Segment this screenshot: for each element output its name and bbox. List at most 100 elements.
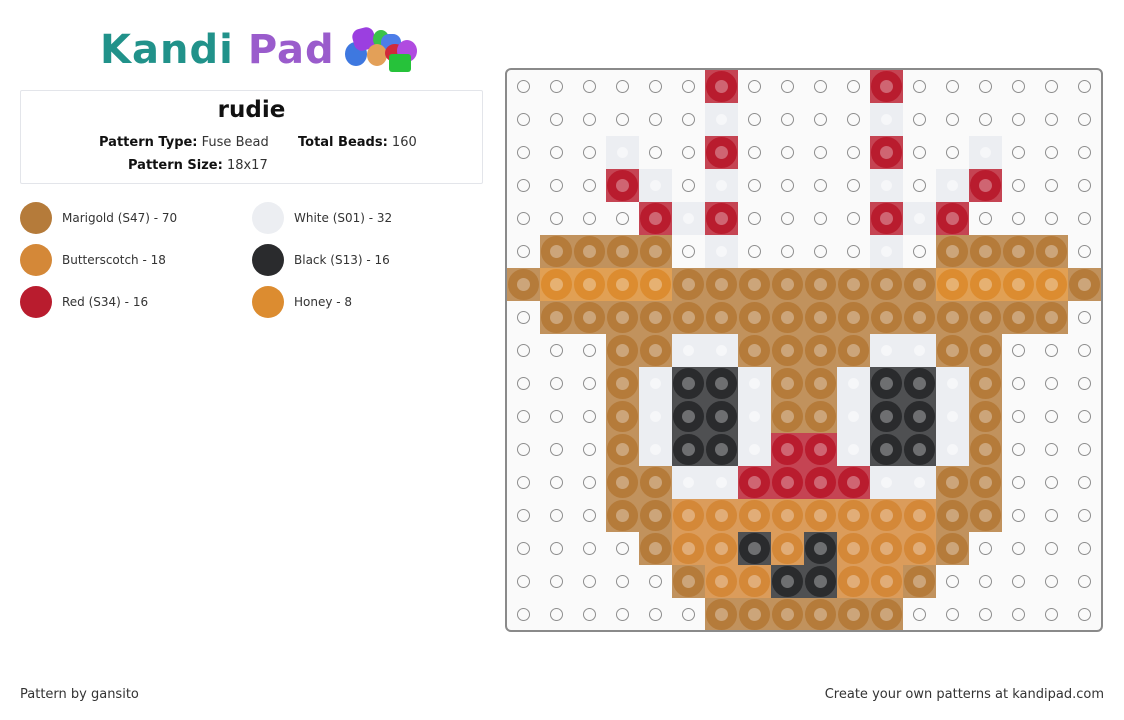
bead-icon [706,269,737,300]
bead-marigold [969,466,1002,499]
bead-marigold [936,466,969,499]
bead-marigold [969,235,1002,268]
peg-icon [1012,509,1025,522]
bead-icon [871,566,902,597]
bead-honey [606,268,639,301]
peg-icon [1045,575,1058,588]
color-swatch-marigold [20,202,52,234]
kandipad-promo-link[interactable]: Create your own patterns at kandipad.com [825,687,1104,702]
bead-icon [706,203,737,234]
empty-peg [903,136,936,169]
bead-icon [706,434,737,465]
empty-peg [1068,565,1101,598]
empty-peg [1035,466,1068,499]
bead-marigold [705,598,738,630]
empty-peg [1035,169,1068,202]
bead-icon [904,434,935,465]
empty-peg [969,103,1002,136]
empty-peg [507,136,540,169]
legend-label: Red (S34) - 16 [62,295,149,309]
empty-peg [573,565,606,598]
bead-icon [574,236,605,267]
bead-marigold [870,598,903,630]
bead-icon [640,533,671,564]
bead-icon [749,411,760,422]
bead-marigold [705,268,738,301]
bead-icon [716,180,727,191]
bead-icon [947,378,958,389]
bead-icon [739,533,770,564]
empty-peg [936,598,969,630]
bead-icon [640,335,671,366]
bead-icon [716,246,727,257]
bead-marigold [1035,301,1068,334]
bead-icon [805,302,836,333]
bead-butterscotch [771,532,804,565]
empty-peg [804,169,837,202]
peg-icon [1045,377,1058,390]
bead-icon [848,411,859,422]
bead-icon [706,368,737,399]
empty-peg [1068,202,1101,235]
bead-marigold [903,301,936,334]
bead-icon [881,180,892,191]
peg-icon [1078,179,1091,192]
bead-icon [607,170,638,201]
empty-peg [507,334,540,367]
bead-icon [881,246,892,257]
empty-peg [606,70,639,103]
peg-icon [847,146,860,159]
empty-peg [1068,301,1101,334]
peg-icon [550,212,563,225]
kandipad-logo[interactable]: Kandi Pad [100,25,417,74]
peg-icon [517,113,530,126]
bead-icon [805,599,836,630]
legend-item: Honey - 8 [252,286,352,318]
bead-marigold [672,565,705,598]
bead-marigold [903,268,936,301]
bead-icon [970,434,1001,465]
bead-icon [673,533,704,564]
bead-marigold [771,598,804,630]
bead-red [738,466,771,499]
bead-icon [881,477,892,488]
bead-icon [871,71,902,102]
empty-peg [969,565,1002,598]
pegboard-grid [505,68,1103,632]
peg-icon [517,575,530,588]
empty-peg [672,169,705,202]
bead-marigold [573,301,606,334]
empty-peg [936,70,969,103]
peg-icon [913,245,926,258]
bead-icon [914,345,925,356]
empty-peg [1035,565,1068,598]
peg-icon [781,113,794,126]
bead-marigold [672,268,705,301]
bead-marigold [771,268,804,301]
empty-peg [1035,103,1068,136]
peg-icon [1012,113,1025,126]
bead-black [870,367,903,400]
peg-icon [946,608,959,621]
bead-icon [937,269,968,300]
bead-marigold [606,367,639,400]
bead-butterscotch [903,532,936,565]
empty-peg [540,334,573,367]
peg-icon [583,509,596,522]
bead-icon [706,533,737,564]
bead-red [870,70,903,103]
bead-marigold [936,532,969,565]
bead-honey [1002,268,1035,301]
peg-icon [583,575,596,588]
peg-icon [1045,542,1058,555]
empty-peg [1035,136,1068,169]
bead-icon [838,269,869,300]
bead-icon [640,500,671,531]
empty-peg [672,235,705,268]
peg-icon [979,80,992,93]
peg-icon [847,212,860,225]
empty-peg [969,202,1002,235]
bead-icon [871,500,902,531]
bead-marigold [969,499,1002,532]
peg-icon [649,575,662,588]
